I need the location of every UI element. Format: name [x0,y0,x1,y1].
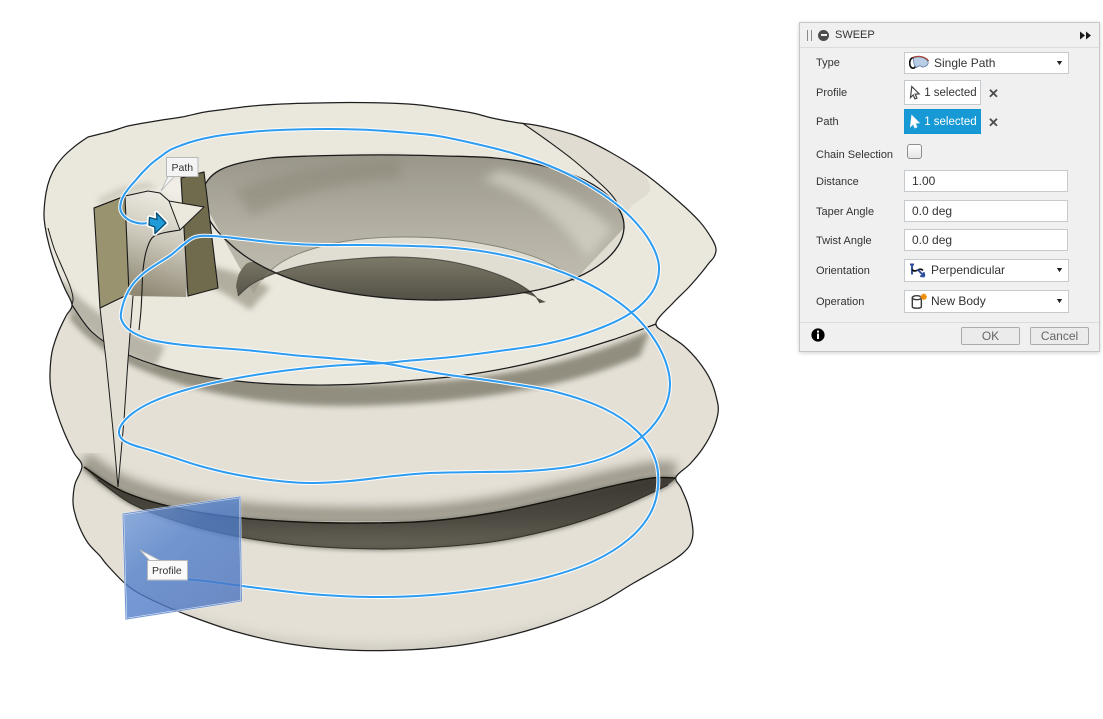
svg-text:Path: Path [172,162,194,174]
svg-text:Profile: Profile [152,565,182,577]
